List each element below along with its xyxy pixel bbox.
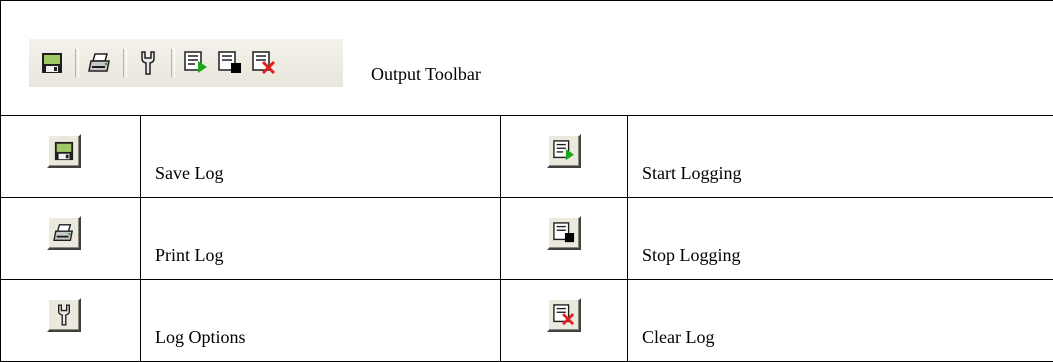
clear-log-label: Clear Log (642, 327, 715, 347)
start-logging-icon (184, 51, 207, 73)
toolbar-start-logging-button[interactable] (181, 48, 211, 78)
stop-logging-icon (218, 51, 241, 73)
print-log-button[interactable] (47, 216, 81, 250)
icon-cell (0, 197, 141, 280)
stop-logging-button[interactable] (547, 216, 581, 250)
label-cell: Save Log (140, 115, 501, 198)
label-cell: Print Log (140, 197, 501, 280)
toolbar-reference-table: Output Toolbar Save Log Start Logging Pr… (0, 0, 1053, 362)
icon-cell (500, 279, 628, 362)
save-log-button[interactable] (47, 134, 81, 168)
icon-cell (0, 115, 141, 198)
print-log-icon (53, 224, 74, 241)
label-cell: Log Options (140, 279, 501, 362)
toolbar-separator (75, 49, 79, 77)
label-cell: Start Logging (627, 115, 1053, 198)
log-options-label: Log Options (155, 327, 246, 347)
log-options-icon (141, 51, 155, 75)
print-log-label: Print Log (155, 245, 224, 265)
stop-logging-label: Stop Logging (642, 245, 741, 265)
toolbar-separator (123, 49, 127, 77)
toolbar-header-cell: Output Toolbar (0, 0, 1053, 116)
clear-log-icon (252, 51, 276, 75)
toolbar-print-log-button[interactable] (85, 48, 115, 78)
toolbar-save-log-button[interactable] (37, 48, 67, 78)
icon-cell (500, 197, 628, 280)
toolbar-log-options-button[interactable] (133, 48, 163, 78)
save-log-label: Save Log (155, 163, 224, 183)
label-cell: Clear Log (627, 279, 1053, 362)
toolbar-caption: Output Toolbar (371, 64, 481, 84)
icon-cell (500, 115, 628, 198)
stop-logging-icon (553, 222, 575, 243)
clear-log-icon (553, 304, 575, 326)
start-logging-button[interactable] (547, 134, 581, 168)
start-logging-icon (553, 140, 575, 161)
toolbar-separator (171, 49, 175, 77)
clear-log-button[interactable] (547, 298, 581, 332)
output-toolbar (29, 39, 343, 87)
toolbar-clear-log-button[interactable] (249, 48, 279, 78)
save-log-icon (42, 53, 62, 73)
log-options-button[interactable] (47, 298, 81, 332)
log-options-icon (58, 304, 70, 326)
print-log-icon (88, 53, 110, 72)
icon-cell (0, 279, 141, 362)
start-logging-label: Start Logging (642, 163, 742, 183)
label-cell: Stop Logging (627, 197, 1053, 280)
toolbar-stop-logging-button[interactable] (215, 48, 245, 78)
save-log-icon (54, 141, 74, 161)
